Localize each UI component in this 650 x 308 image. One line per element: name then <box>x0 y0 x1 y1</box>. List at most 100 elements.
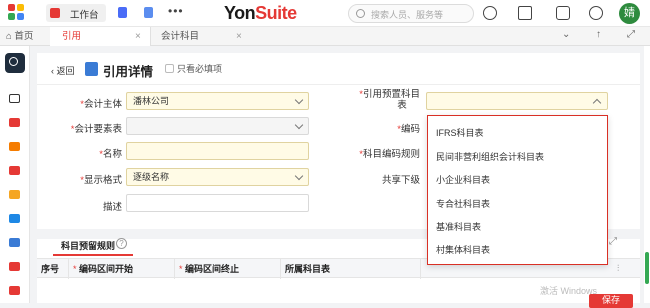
description-label: 描述 <box>103 199 122 213</box>
calendar-icon[interactable] <box>518 6 532 20</box>
name-label-text: 名称 <box>102 149 122 160</box>
shared-sub-label: 共享下级 <box>382 172 420 186</box>
scroll-thumb[interactable] <box>645 252 649 284</box>
workspace-icon <box>50 8 60 18</box>
required-only-label: 只看必填项 <box>177 64 223 74</box>
close-icon[interactable]: × <box>135 27 141 46</box>
app-icon-2[interactable] <box>9 142 20 151</box>
app-icon-8[interactable] <box>9 286 20 295</box>
back-button[interactable]: ‹ 返回 <box>51 64 75 77</box>
display-format-value: 逐级名称 <box>133 172 170 182</box>
ref-chart-dropdown: IFRS科目表 民间非营利组织会计科目表 小企业科目表 专合社科目表 基准科目表… <box>427 115 608 265</box>
help-icon[interactable]: ? <box>116 238 127 249</box>
accounting-entity-label-text: 会计主体 <box>83 99 122 110</box>
ref-chart-label-line1: 引用预置科目 <box>362 89 420 100</box>
workspace-label: 工作台 <box>70 10 99 21</box>
tab-home[interactable]: ⌂ 首页 <box>0 27 50 46</box>
section-tab-underline <box>53 254 133 256</box>
workspace-button[interactable]: 工作台 <box>46 4 106 22</box>
app-icon-5[interactable] <box>9 214 20 223</box>
checkbox-icon <box>165 64 174 73</box>
tab-accounting-subject[interactable]: 会计科目 × <box>150 27 250 46</box>
search-icon <box>356 9 365 18</box>
element-table-field[interactable] <box>126 117 309 135</box>
tab-bar: ⌂ 首页 引用 × 会计科目 × ⌄ ↑ ⤢ <box>0 27 650 46</box>
right-scrollbar[interactable] <box>644 46 650 303</box>
tab-reference[interactable]: 引用 × <box>50 27 150 46</box>
dropdown-option[interactable]: 村集体科目表 <box>436 243 490 256</box>
col-code-end: * 编码区间终止 <box>175 259 281 279</box>
chevron-down-icon[interactable]: ⌄ <box>562 29 570 40</box>
save-button[interactable]: 保存 <box>589 294 633 308</box>
sidebar-search-button[interactable] <box>5 53 25 73</box>
element-table-label-text: 会计要素表 <box>74 124 122 135</box>
display-format-select[interactable]: 逐级名称 <box>126 168 309 186</box>
back-label: 返回 <box>56 66 75 76</box>
expand-icon[interactable]: ⤢ <box>627 29 635 40</box>
dropdown-option[interactable]: IFRS科目表 <box>436 126 484 139</box>
brand-part2: Suite <box>255 3 297 23</box>
code-label-text: 编码 <box>400 124 420 135</box>
dropdown-option[interactable]: 小企业科目表 <box>436 173 490 186</box>
col-code-start: * 编码区间开始 <box>69 259 175 279</box>
search-icon <box>9 57 18 66</box>
doc-icon[interactable] <box>118 7 127 18</box>
avatar[interactable]: 婧 <box>619 3 640 24</box>
app-icon-6[interactable] <box>9 238 20 247</box>
headset-icon[interactable] <box>589 6 603 20</box>
help-icon[interactable] <box>483 6 497 20</box>
chevron-down-icon <box>294 120 304 130</box>
code-rule-label-text: 科目编码规则 <box>362 149 420 160</box>
upload-icon[interactable]: ↑ <box>596 29 601 40</box>
section-title[interactable]: 科目预留规则 <box>61 239 115 252</box>
brand-part1: Yon <box>224 3 256 23</box>
col-chart: 所属科目表 <box>281 259 421 279</box>
global-search[interactable]: 搜索人员、服务等 <box>348 4 474 23</box>
element-table-label: *会计要素表 <box>70 124 122 135</box>
shared-sub-label-text: 共享下级 <box>381 175 420 186</box>
ref-chart-label: *引用预置科目表 <box>359 89 420 111</box>
window-icon[interactable] <box>144 7 153 18</box>
name-field[interactable] <box>126 142 309 160</box>
display-format-label-text: 显示格式 <box>83 175 122 186</box>
app-icon-7[interactable] <box>9 262 20 271</box>
name-label: *名称 <box>99 149 122 160</box>
display-format-label: *显示格式 <box>80 175 122 186</box>
app-icon-1[interactable] <box>9 118 20 127</box>
ref-chart-select[interactable] <box>426 92 608 110</box>
folder-icon[interactable] <box>9 94 20 103</box>
accounting-entity-field[interactable]: 潘林公司 <box>126 92 309 110</box>
fullscreen-icon[interactable]: ⤢ <box>609 236 617 247</box>
dropdown-option[interactable]: 专合社科目表 <box>436 197 490 210</box>
description-field[interactable] <box>126 194 309 212</box>
close-icon[interactable]: × <box>236 27 242 46</box>
tab-reference-label: 引用 <box>62 31 82 42</box>
document-icon <box>85 62 98 76</box>
page-title: 引用详情 <box>103 65 154 79</box>
dropdown-option[interactable]: 基准科目表 <box>436 220 481 233</box>
ref-chart-label-line2: 表 <box>397 100 407 111</box>
col-code-start-text: 编码区间开始 <box>79 264 134 274</box>
app-icon-4[interactable] <box>9 190 20 199</box>
description-label-text: 描述 <box>102 202 122 213</box>
column-settings-icon[interactable]: ⫶ <box>617 263 619 274</box>
brand-logo: YonSuite <box>224 3 297 24</box>
code-label: *编码 <box>397 124 420 135</box>
dropdown-option[interactable]: 民间非营利组织会计科目表 <box>436 150 544 163</box>
chevron-down-icon <box>294 95 304 105</box>
accounting-entity-label: *会计主体 <box>80 99 122 110</box>
app-icon-3[interactable] <box>9 166 20 175</box>
message-icon[interactable] <box>556 6 570 20</box>
tab-accounting-subject-label: 会计科目 <box>161 31 200 42</box>
code-rule-label: *科目编码规则 <box>359 149 420 160</box>
top-bar: 工作台 ••• YonSuite 搜索人员、服务等 婧 <box>0 0 650 27</box>
col-index: 序号 <box>37 259 69 279</box>
more-icon[interactable]: ••• <box>168 4 184 18</box>
required-only-checkbox[interactable]: 只看必填项 <box>165 62 222 75</box>
chevron-up-icon <box>592 98 602 108</box>
tab-home-label: 首页 <box>14 31 34 42</box>
divider <box>37 84 640 85</box>
accounting-entity-value: 潘林公司 <box>133 96 170 106</box>
app-logo-icon[interactable] <box>8 4 26 22</box>
search-input[interactable]: 搜索人员、服务等 <box>371 8 443 21</box>
